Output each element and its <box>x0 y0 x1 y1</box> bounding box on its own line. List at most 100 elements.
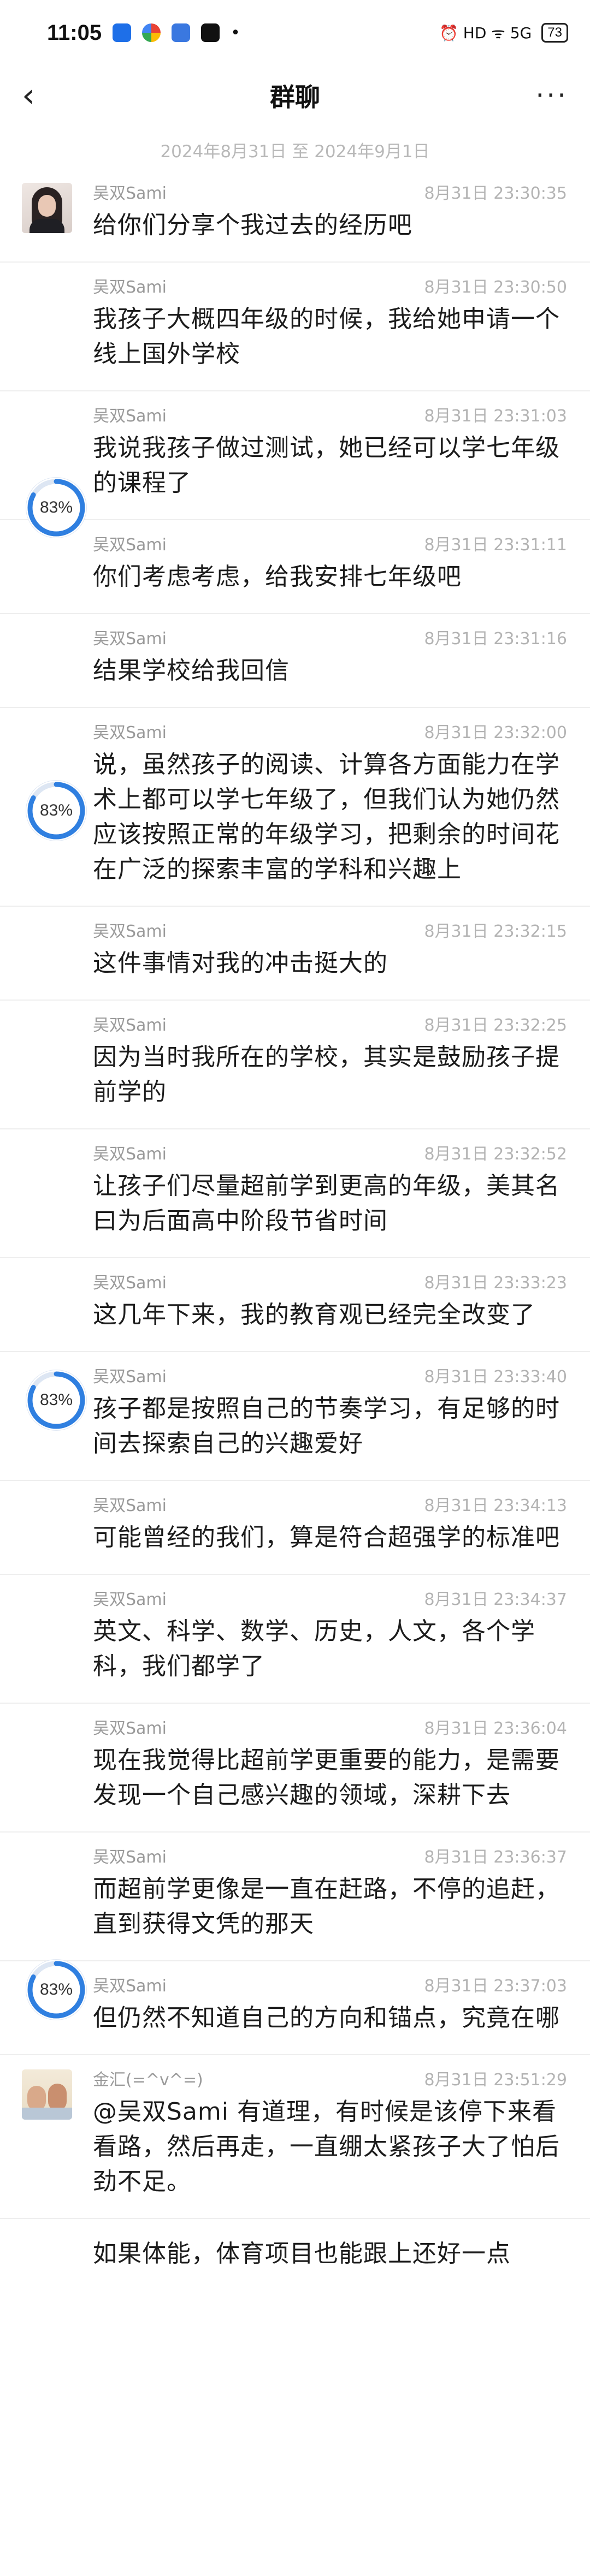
progress-label: 83% <box>39 1980 73 1998</box>
message-text[interactable]: @吴双Sami 有道理，有时候是该停下来看看路，然后再走，一直绷太紧孩子大了怕后… <box>93 2095 567 2199</box>
message-time: 8月31日 23:32:15 <box>424 922 567 941</box>
message-text[interactable]: 我说我孩子做过测试，她已经可以学七年级的课程了 <box>93 431 567 501</box>
sender-name[interactable]: 吴双Sami <box>93 1272 167 1294</box>
sender-name[interactable]: 吴双Sami <box>93 277 167 299</box>
avatar-column <box>22 1718 93 1813</box>
message-content: 吴双Sami 8月31日 23:32:15 这件事情对我的冲击挺大的 <box>93 921 567 981</box>
message-text[interactable]: 如果体能，体育项目也能跟上还好一点 <box>93 2236 567 2271</box>
message-text[interactable]: 可能曾经的我们，算是符合超强学的标准吧 <box>93 1520 567 1555</box>
message-text[interactable]: 我孩子大概四年级的时候，我给她申请一个线上国外学校 <box>93 302 567 372</box>
message-content: 如果体能，体育项目也能跟上还好一点 <box>93 2233 567 2271</box>
message-text[interactable]: 这件事情对我的冲击挺大的 <box>93 946 567 981</box>
message-row[interactable]: 吴双Sami 8月31日 23:30:50 我孩子大概四年级的时候，我给她申请一个线… <box>0 263 590 391</box>
message-row[interactable]: 吴双Sami 8月31日 23:36:04 现在我觉得比超前学更重要的能力，是需要发… <box>0 1704 590 1833</box>
message-row[interactable]: 吴双Sami 8月31日 23:32:15 这件事情对我的冲击挺大的 <box>0 907 590 1001</box>
sender-name[interactable]: 吴双Sami <box>93 921 167 943</box>
sender-name[interactable]: 吴双Sami <box>93 1366 167 1388</box>
sender-name[interactable]: 吴双Sami <box>93 1976 167 1997</box>
progress-badge[interactable]: 83% <box>26 1370 86 1430</box>
message-row[interactable]: 吴双Sami 8月31日 23:32:00 说，虽然孩子的阅读、计算各方面能力在学术… <box>0 708 590 907</box>
message-text[interactable]: 让孩子们尽量超前学到更高的年级，美其名曰为后面高中阶段节省时间 <box>93 1169 567 1239</box>
back-arrow-icon[interactable]: ‹ <box>22 76 55 115</box>
dot-icon: • <box>231 23 240 43</box>
message-text[interactable]: 你们考虑考虑，给我安排七年级吧 <box>93 560 567 594</box>
message-meta: 吴双Sami 8月31日 23:34:13 <box>93 1495 567 1517</box>
message-time: 8月31日 23:34:37 <box>424 1590 567 1609</box>
message-meta: 吴双Sami 8月31日 23:32:15 <box>93 921 567 943</box>
sender-name[interactable]: 吴双Sami <box>93 1015 167 1037</box>
message-meta: 吴双Sami 8月31日 23:31:03 <box>93 406 567 427</box>
avatar-column <box>22 1144 93 1239</box>
message-meta: 金汇(=^v^=) 8月31日 23:51:29 <box>93 2069 567 2091</box>
avatar-column <box>22 1495 93 1555</box>
message-row[interactable]: 吴双Sami 8月31日 23:32:25 因为当时我所在的学校，其实是鼓励孩子提前… <box>0 1001 590 1129</box>
sender-name[interactable]: 金汇(=^v^=) <box>93 2069 203 2091</box>
message-row[interactable]: 如果体能，体育项目也能跟上还好一点 <box>0 2219 590 2290</box>
message-text[interactable]: 因为当时我所在的学校，其实是鼓励孩子提前学的 <box>93 1040 567 1110</box>
message-row[interactable]: 吴双Sami 8月31日 23:31:16 结果学校给我回信 <box>0 614 590 708</box>
message-text[interactable]: 而超前学更像是一直在赶路，不停的追赶，直到获得文凭的那天 <box>93 1872 567 1942</box>
message-row[interactable]: 吴双Sami 8月31日 23:30:35 给你们分享个我过去的经历吧 <box>0 169 590 263</box>
message-row[interactable]: 金汇(=^v^=) 8月31日 23:51:29 @吴双Sami 有道理，有时候是该… <box>0 2055 590 2219</box>
more-menu-icon[interactable]: ··· <box>535 80 568 111</box>
avatar-column <box>22 628 93 688</box>
progress-badge[interactable]: 83% <box>26 1960 86 2020</box>
zhihu-app-icon <box>113 23 132 42</box>
message-text[interactable]: 孩子都是按照自己的节奏学习，有足够的时间去探索自己的兴趣爱好 <box>93 1391 567 1461</box>
message-time: 8月31日 23:32:00 <box>424 723 567 742</box>
message-text[interactable]: 英文、科学、数学、历史，人文，各个学科，我们都学了 <box>93 1614 567 1684</box>
message-time: 8月31日 23:34:13 <box>424 1496 567 1515</box>
avatar[interactable] <box>22 2069 72 2120</box>
message-time: 8月31日 23:30:50 <box>424 278 567 297</box>
message-text[interactable]: 结果学校给我回信 <box>93 653 567 688</box>
message-time: 8月31日 23:31:16 <box>424 629 567 649</box>
message-row[interactable]: 吴双Sami 8月31日 23:34:37 英文、科学、数学、历史，人文，各个学科，… <box>0 1575 590 1704</box>
avatar-column <box>22 1272 93 1332</box>
sender-name[interactable]: 吴双Sami <box>93 183 167 205</box>
progress-badge[interactable]: 83% <box>26 478 86 538</box>
message-row[interactable]: 吴双Sami 8月31日 23:36:37 而超前学更像是一直在赶路，不停的追赶，直… <box>0 1833 590 1961</box>
status-icons: ⏰ HD ᯤ 5G <box>439 24 532 42</box>
message-time: 8月31日 23:36:37 <box>424 1848 567 1867</box>
message-content: 金汇(=^v^=) 8月31日 23:51:29 @吴双Sami 有道理，有时候是该… <box>93 2069 567 2199</box>
message-text[interactable]: 说，虽然孩子的阅读、计算各方面能力在学术上都可以学七年级了，但我们认为她仍然应该… <box>93 747 567 887</box>
message-row[interactable]: 吴双Sami 8月31日 23:33:23 这几年下来，我的教育观已经完全改变了 <box>0 1258 590 1352</box>
message-content: 吴双Sami 8月31日 23:33:40 孩子都是按照自己的节奏学习，有足够的时间… <box>93 1366 567 1461</box>
status-time: 11:05 <box>47 20 102 45</box>
sender-name[interactable]: 吴双Sami <box>93 1589 167 1611</box>
message-meta: 吴双Sami 8月31日 23:32:52 <box>93 1144 567 1165</box>
message-text[interactable]: 给你们分享个我过去的经历吧 <box>93 208 567 243</box>
sender-name[interactable]: 吴双Sami <box>93 1144 167 1165</box>
message-row[interactable]: 吴双Sami 8月31日 23:33:40 孩子都是按照自己的节奏学习，有足够的时间… <box>0 1352 590 1481</box>
message-content: 吴双Sami 8月31日 23:34:13 可能曾经的我们，算是符合超强学的标准吧 <box>93 1495 567 1555</box>
message-row[interactable]: 吴双Sami 8月31日 23:32:52 让孩子们尽量超前学到更高的年级，美其名曰… <box>0 1129 590 1258</box>
avatar-column <box>22 183 93 243</box>
sender-name[interactable]: 吴双Sami <box>93 534 167 556</box>
message-meta: 吴双Sami 8月31日 23:31:11 <box>93 534 567 556</box>
message-time: 8月31日 23:37:03 <box>424 1977 567 1996</box>
sender-name[interactable]: 吴双Sami <box>93 628 167 650</box>
message-row[interactable]: 吴双Sami 8月31日 23:37:03 但仍然不知道自己的方向和锚点，究竟在哪 <box>0 1961 590 2055</box>
progress-badge[interactable]: 83% <box>26 781 86 841</box>
message-time: 8月31日 23:31:03 <box>424 407 567 426</box>
message-row[interactable]: 吴双Sami 8月31日 23:34:13 可能曾经的我们，算是符合超强学的标准吧 <box>0 1481 590 1575</box>
message-text[interactable]: 但仍然不知道自己的方向和锚点，究竟在哪 <box>93 2001 567 2036</box>
sender-name[interactable]: 吴双Sami <box>93 1718 167 1740</box>
avatar[interactable] <box>22 183 72 233</box>
message-meta: 吴双Sami 8月31日 23:30:50 <box>93 277 567 299</box>
sender-name[interactable]: 吴双Sami <box>93 1847 167 1869</box>
message-row[interactable]: 吴双Sami 8月31日 23:31:03 我说我孩子做过测试，她已经可以学七年级的… <box>0 391 590 520</box>
message-row[interactable]: 吴双Sami 8月31日 23:31:11 你们考虑考虑，给我安排七年级吧 <box>0 520 590 614</box>
message-content: 吴双Sami 8月31日 23:36:37 而超前学更像是一直在赶路，不停的追赶，直… <box>93 1847 567 1942</box>
sender-name[interactable]: 吴双Sami <box>93 1495 167 1517</box>
avatar-column <box>22 2233 93 2271</box>
message-meta: 吴双Sami 8月31日 23:31:16 <box>93 628 567 650</box>
message-meta: 吴双Sami 8月31日 23:37:03 <box>93 1976 567 1997</box>
sender-name[interactable]: 吴双Sami <box>93 406 167 427</box>
sender-name[interactable]: 吴双Sami <box>93 722 167 744</box>
avatar-column <box>22 1847 93 1942</box>
message-text[interactable]: 这几年下来，我的教育观已经完全改变了 <box>93 1298 567 1332</box>
message-meta: 吴双Sami 8月31日 23:32:25 <box>93 1015 567 1037</box>
message-list: 吴双Sami 8月31日 23:30:35 给你们分享个我过去的经历吧 吴双Sami 8… <box>0 169 590 2290</box>
message-text[interactable]: 现在我觉得比超前学更重要的能力，是需要发现一个自己感兴趣的领域，深耕下去 <box>93 1743 567 1813</box>
